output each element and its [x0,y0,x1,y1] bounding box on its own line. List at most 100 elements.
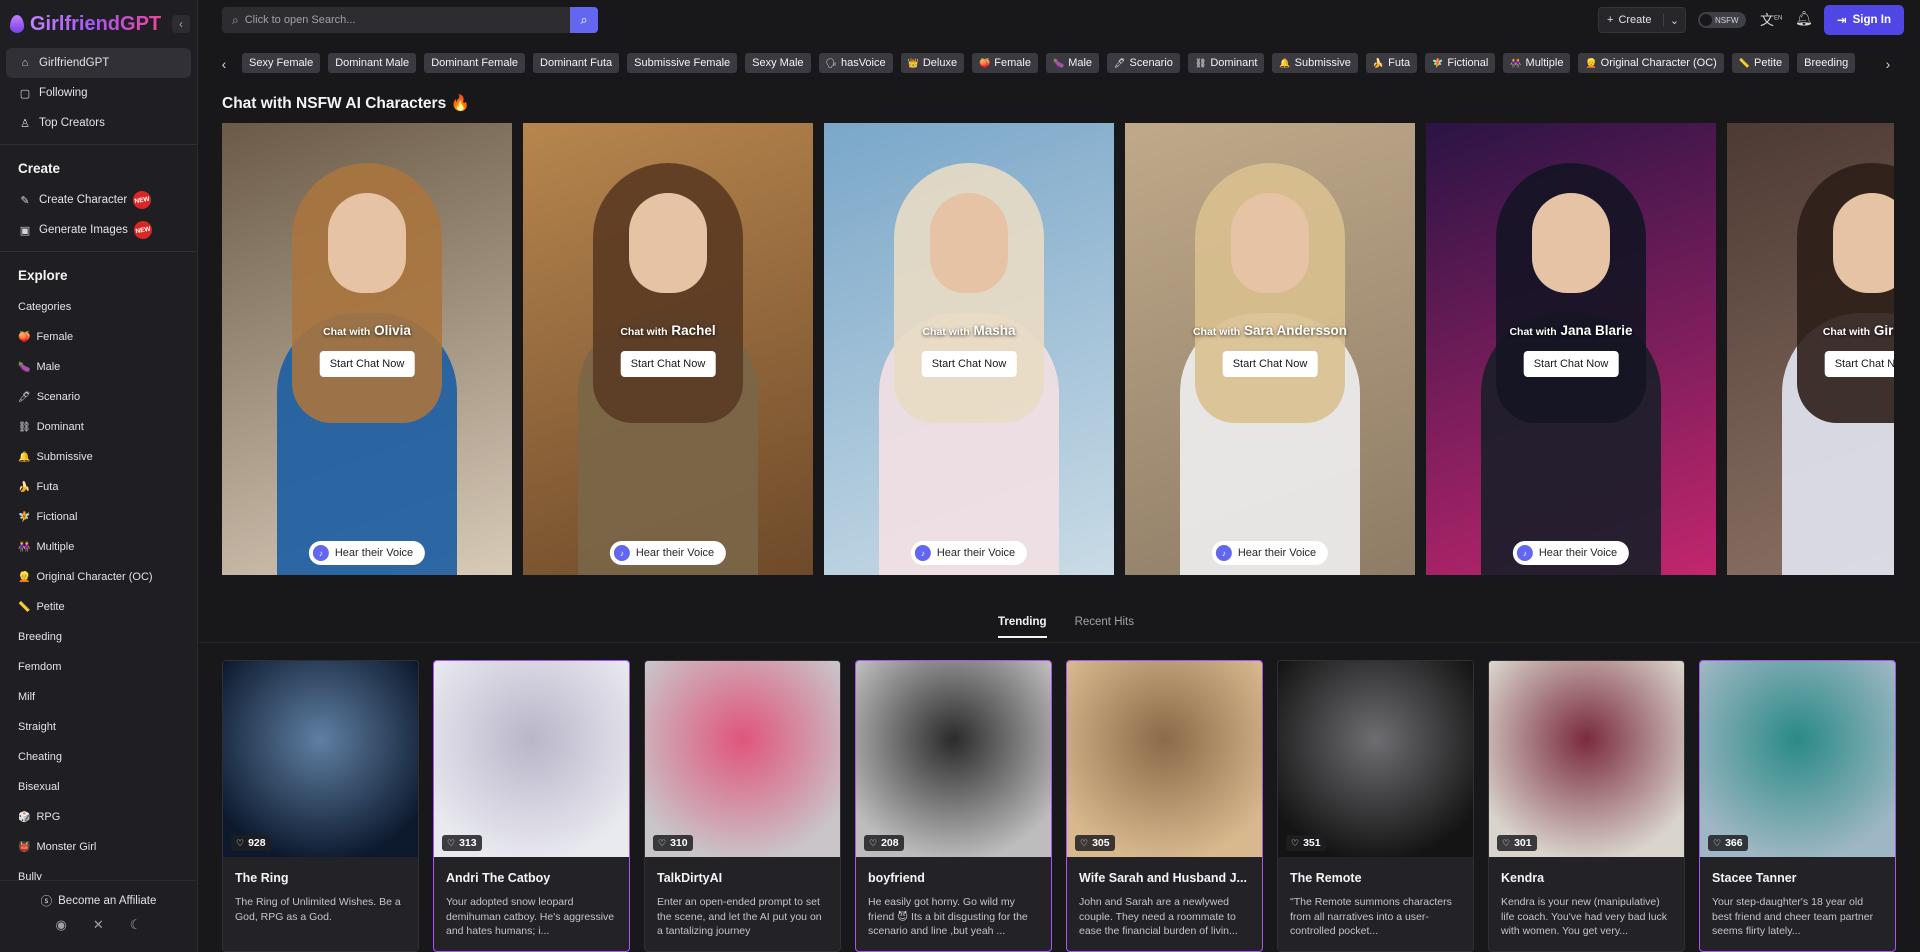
hear-voice-button[interactable]: ♪ Hear their Voice [308,541,426,565]
nsfw-toggle[interactable]: NSFW [1698,12,1746,28]
bookmark-icon: ▢ [19,87,31,100]
character-card[interactable]: ♡ 305 Wife Sarah and Husband J... John and … [1066,660,1263,952]
tag-chip[interactable]: Sexy Male [745,53,811,73]
tag-chip[interactable]: Dominant Female [424,53,526,73]
tab-recent-hits[interactable]: Recent Hits [1075,616,1134,638]
hero-character-card[interactable]: Chat with Jana Blarie Start Chat Now ♪ Hear… [1426,123,1716,575]
tag-chip[interactable]: Submissive Female [627,53,738,73]
hero-character-card[interactable]: Chat with Rachel Start Chat Now ♪ Hear thei… [523,123,813,575]
search-bar[interactable]: ⌕ ⌕ [222,7,598,33]
character-card[interactable]: ♡ 366 Stacee Tanner Your step-daughter's 18… [1699,660,1896,952]
logo[interactable]: GirlfriendGPT [0,0,197,48]
bell-icon[interactable]: 🔔︎ [1795,10,1813,27]
category-petite[interactable]: 📏 Petite [0,592,197,622]
hear-voice-button[interactable]: ♪ Hear their Voice [1512,541,1630,565]
tag-chip[interactable]: Dominant Male [328,53,417,73]
search-input[interactable] [244,14,575,26]
tag-chip[interactable]: 📏 Petite [1731,53,1790,73]
category-fictional[interactable]: 🧚 Fictional [0,502,197,532]
tag-chip[interactable]: 🖊 Scenario [1107,53,1180,73]
x-twitter-icon[interactable]: ✕ [93,917,104,933]
category-scenario[interactable]: 🖊 Scenario [0,382,197,412]
hero-character-card[interactable]: Chat with Girls Sl Start Chat Now [1727,123,1894,575]
figure-face-shape [1532,193,1610,293]
start-chat-button[interactable]: Start Chat Now [1523,351,1619,377]
category-bisexual[interactable]: Bisexual [0,772,197,802]
tag-chip[interactable]: 🧚 Fictional [1425,53,1496,73]
category-emoji-icon: 🍌 [18,481,31,493]
tag-emoji-icon: 🍑 [979,57,991,68]
chevron-down-icon[interactable]: ⌄ [1663,13,1685,27]
character-card[interactable]: ♡ 313 Andri The Catboy Your adopted snow le… [433,660,630,952]
tag-label: Deluxe [922,57,958,69]
tag-chip[interactable]: 🍑 Female [972,53,1038,73]
hear-voice-label: Hear their Voice [635,547,715,559]
sidebar-item-create-character[interactable]: ✎ Create Character NEW [0,185,197,215]
tag-chip[interactable]: 👱 Original Character (OC) [1578,53,1724,73]
category-dominant[interactable]: ⛓ Dominant [0,412,197,442]
tag-chip[interactable]: ⛓ Dominant [1187,53,1265,73]
tags-prev-button[interactable]: ‹ [216,55,232,73]
sidebar-item-girlfriendgpt[interactable]: ⌂ GirlfriendGPT [6,48,191,78]
category-female[interactable]: 🍑 Female [0,322,197,352]
hero-character-card[interactable]: Chat with Sara Andersson Start Chat Now ♪ H… [1125,123,1415,575]
character-description: He easily got horny. Go wild my friend 😈… [868,896,1028,937]
category-male[interactable]: 🍆 Male [0,352,197,382]
start-chat-button[interactable]: Start Chat Now [620,351,716,377]
category-categories[interactable]: Categories [0,292,197,322]
tag-chip[interactable]: 🍌 Futa [1365,53,1418,73]
hear-voice-button[interactable]: ♪ Hear their Voice [910,541,1028,565]
sign-in-label: Sign In [1852,14,1891,26]
category-rpg[interactable]: 🎲 RPG [0,802,197,832]
tag-chip[interactable]: Breeding [1797,53,1856,73]
category-straight[interactable]: Straight [0,712,197,742]
character-image: ♡ 351 [1278,661,1473,857]
hero-character-card[interactable]: Chat with Olivia Start Chat Now ♪ Hear thei… [222,123,512,575]
character-image: ♡ 208 [856,661,1051,857]
sidebar-item-generate-images[interactable]: ▣ Generate Images NEW [0,215,197,245]
character-card[interactable]: ♡ 351 The Remote "The Remote summons charac… [1277,660,1474,952]
start-chat-button[interactable]: Start Chat Now [1222,351,1318,377]
start-chat-button[interactable]: Start Chat Now [1824,351,1894,377]
character-card[interactable]: ♡ 310 TalkDirtyAI Enter an open-ended promp… [644,660,841,952]
category-label: Cheating [18,751,63,763]
category-original-character-oc[interactable]: 👱 Original Character (OC) [0,562,197,592]
hero-character-card[interactable]: Chat with Masha Start Chat Now ♪ Hear their… [824,123,1114,575]
collapse-sidebar-button[interactable]: ‹ [172,15,190,33]
character-card[interactable]: ♡ 301 Kendra Kendra is your new (manipulati… [1488,660,1685,952]
start-chat-button[interactable]: Start Chat Now [921,351,1017,377]
category-multiple[interactable]: 👭 Multiple [0,532,197,562]
affiliate-link[interactable]: ⓢ Become an Affiliate [0,885,197,917]
character-card[interactable]: ♡ 208 boyfriend He easily got horny. Go wil… [855,660,1052,952]
category-breeding[interactable]: Breeding [0,622,197,652]
tag-chip[interactable]: Dominant Futa [533,53,620,73]
sidebar-item-top-creators[interactable]: ♙ Top Creators [0,108,197,138]
discord-icon[interactable]: ◉ [56,917,67,933]
hear-voice-button[interactable]: ♪ Hear their Voice [1211,541,1329,565]
search-button[interactable]: ⌕ [570,7,598,33]
language-icon[interactable]: 文EN [1760,10,1782,30]
hear-voice-button[interactable]: ♪ Hear their Voice [609,541,727,565]
category-submissive[interactable]: 🔔 Submissive [0,442,197,472]
category-futa[interactable]: 🍌 Futa [0,472,197,502]
category-cheating[interactable]: Cheating [0,742,197,772]
tag-chip[interactable]: Sexy Female [242,53,321,73]
sign-in-button[interactable]: ⇥ Sign In [1824,5,1904,35]
tag-chip[interactable]: 👭 Multiple [1503,53,1571,73]
category-femdom[interactable]: Femdom [0,652,197,682]
category-milf[interactable]: Milf [0,682,197,712]
tag-filter-row: ‹ Sexy Female Dominant Male Dominant Femal… [198,53,1920,75]
character-card[interactable]: ♡ 928 The Ring The Ring of Unlimited Wishes… [222,660,419,952]
start-chat-button[interactable]: Start Chat Now [319,351,415,377]
tab-trending[interactable]: Trending [998,616,1047,638]
sidebar-item-following[interactable]: ▢ Following [0,78,197,108]
create-button[interactable]: + Create ⌄ [1598,7,1686,33]
tags-next-button[interactable]: › [1880,55,1896,73]
tag-chip[interactable]: 🔔 Submissive [1272,53,1358,73]
character-name: The Remote [1290,871,1362,885]
tag-chip[interactable]: 👑 Deluxe [900,53,965,73]
moon-theme-icon[interactable]: ☾ [130,917,142,933]
category-monster-girl[interactable]: 👹 Monster Girl [0,832,197,862]
tag-chip[interactable]: 🗣 hasVoice [818,53,893,73]
tag-chip[interactable]: 🍆 Male [1045,53,1100,73]
